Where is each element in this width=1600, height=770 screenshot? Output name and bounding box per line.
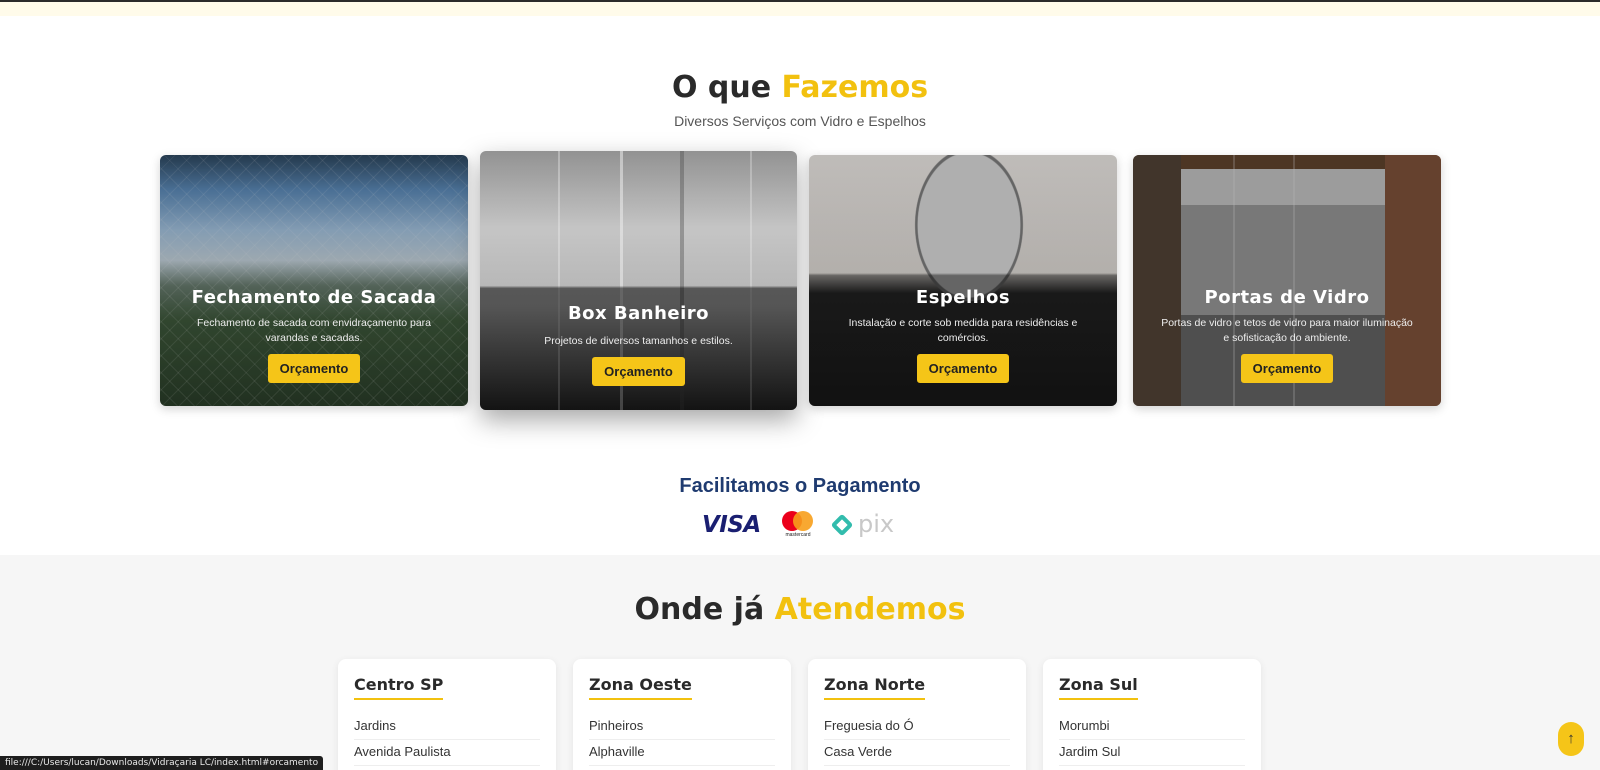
pix-label: pix [858, 510, 895, 538]
pix-diamond-icon [830, 513, 854, 537]
visa-logo: VISA [702, 512, 761, 538]
area-card-title: Centro SP [354, 675, 444, 700]
service-card-espelhos[interactable]: Espelhos Instalação e corte sob medida p… [809, 155, 1117, 406]
service-card-box-banheiro[interactable]: Box Banheiro Projetos de diversos tamanh… [480, 151, 797, 410]
payment-logos: VISA mastercard pix [700, 510, 910, 542]
orcamento-button[interactable]: Orçamento [267, 354, 361, 383]
area-card-centro: Centro SP Jardins Avenida Paulista [338, 659, 556, 770]
areas-section: Onde já Atendemos Centro SP Jardins Aven… [0, 555, 1600, 770]
arrow-up-icon: ↑ [1567, 730, 1575, 747]
portas-vidro-content: Portas de Vidro Portas de vidro e tetos … [1133, 287, 1441, 383]
mastercard-logo: mastercard [780, 510, 816, 542]
mastercard-label: mastercard [785, 532, 811, 538]
area-card-zona-oeste: Zona Oeste Pinheiros Alphaville [573, 659, 791, 770]
area-list: Pinheiros Alphaville [589, 714, 775, 766]
services-section: O que Fazemos Diversos Serviços com Vidr… [0, 16, 1600, 555]
service-card-description: Projetos de diversos tamanhos e estilos. [544, 335, 733, 347]
area-card-title: Zona Sul [1059, 675, 1138, 700]
area-card-title: Zona Norte [824, 675, 926, 700]
list-item: Avenida Paulista [354, 740, 540, 766]
list-item: Alphaville [589, 740, 775, 766]
services-title: O que Fazemos [0, 70, 1600, 105]
header-bottom-strip [0, 0, 1600, 16]
box-banheiro-content: Box Banheiro Projetos de diversos tamanh… [480, 303, 797, 386]
list-item: Jardins [354, 714, 540, 740]
list-item: Morumbi [1059, 714, 1245, 740]
list-item: Jardim Sul [1059, 740, 1245, 766]
services-title-highlight: Fazemos [781, 70, 929, 105]
area-card-zona-norte: Zona Norte Freguesia do Ó Casa Verde [808, 659, 1026, 770]
services-subtitle: Diversos Serviços com Vidro e Espelhos [674, 113, 926, 129]
list-item: Pinheiros [589, 714, 775, 740]
service-card-description: Instalação e corte sob medida para resid… [848, 317, 1078, 344]
service-card-description: Portas de vidro e tetos de vidro para ma… [1161, 317, 1413, 344]
browser-status-bar: file:///C:/Users/lucan/Downloads/Vidraça… [0, 756, 324, 770]
area-list: Jardins Avenida Paulista [354, 714, 540, 766]
service-card-description: Fechamento de sacada com envidraçamento … [196, 317, 432, 344]
areas-title-prefix: Onde já [634, 592, 765, 627]
list-item: Freguesia do Ó [824, 714, 1010, 740]
list-item: Casa Verde [824, 740, 1010, 766]
area-list: Freguesia do Ó Casa Verde [824, 714, 1010, 766]
areas-title-highlight: Atendemos [774, 592, 966, 627]
orcamento-button[interactable]: Orçamento [592, 357, 685, 386]
service-card-title: Fechamento de Sacada [191, 287, 437, 308]
area-card-title: Zona Oeste [589, 675, 692, 700]
service-card-title: Portas de Vidro [1204, 287, 1370, 308]
sacada-content: Fechamento de Sacada Fechamento de sacad… [160, 287, 468, 383]
services-title-prefix: O que [671, 70, 772, 105]
payment-title: Facilitamos o Pagamento [679, 475, 921, 497]
orcamento-button[interactable]: Orçamento [1240, 354, 1334, 383]
orcamento-button[interactable]: Orçamento [916, 354, 1010, 383]
scroll-to-top-button[interactable]: ↑ [1558, 722, 1584, 756]
area-list: Morumbi Jardim Sul [1059, 714, 1245, 766]
service-card-sacada[interactable]: Fechamento de Sacada Fechamento de sacad… [160, 155, 468, 406]
service-card-title: Espelhos [915, 287, 1011, 308]
pix-logo: pix [830, 510, 910, 540]
areas-title: Onde já Atendemos [0, 592, 1600, 627]
service-card-portas-vidro[interactable]: Portas de Vidro Portas de vidro e tetos … [1133, 155, 1441, 406]
service-card-title: Box Banheiro [567, 303, 710, 324]
espelhos-content: Espelhos Instalação e corte sob medida p… [809, 287, 1117, 383]
area-card-zona-sul: Zona Sul Morumbi Jardim Sul [1043, 659, 1261, 770]
